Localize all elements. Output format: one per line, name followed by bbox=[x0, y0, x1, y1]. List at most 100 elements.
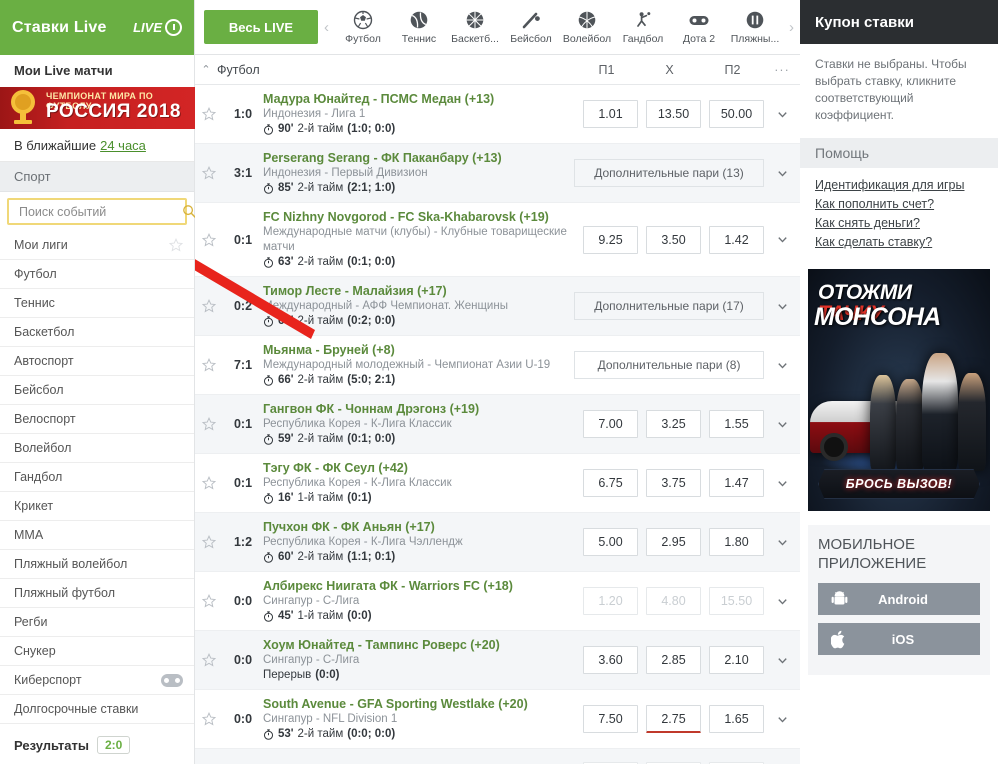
sidebar-item-mma[interactable]: MMA bbox=[0, 521, 194, 550]
upcoming-24h-link[interactable]: 24 часа bbox=[100, 138, 146, 153]
odd-button-x[interactable]: 3.50 bbox=[646, 225, 701, 254]
sport-tab-volleyball[interactable]: Волейбол bbox=[559, 10, 615, 45]
nav-prev-arrow[interactable]: ‹ bbox=[318, 19, 335, 36]
odd-button-p2[interactable]: 1.80 bbox=[709, 528, 764, 556]
match-row[interactable]: 0:0 South Avenue - GFA Sporting Westlake … bbox=[195, 690, 800, 749]
expand-row-button[interactable] bbox=[764, 713, 800, 726]
favorite-star-button[interactable] bbox=[195, 653, 223, 667]
odd-button-p2[interactable]: 2.10 bbox=[709, 646, 764, 674]
promo-banner[interactable]: ОТОЖМИ ТАЧКУ МОНСОНА БРОСЬ ВЫЗОВ! bbox=[808, 269, 990, 511]
odd-button-p1[interactable]: 7.00 bbox=[583, 410, 638, 438]
search-input[interactable] bbox=[17, 203, 182, 220]
sidebar-item-basketball[interactable]: Баскетбол bbox=[0, 318, 194, 347]
favorite-star-button[interactable] bbox=[195, 107, 223, 121]
match-teams[interactable]: Мьянма - Бруней (+8) bbox=[263, 342, 566, 358]
favorite-star-button[interactable] bbox=[195, 232, 223, 247]
sidebar-item-motorsport[interactable]: Автоспорт bbox=[0, 347, 194, 376]
odd-button-x[interactable]: 2.85 bbox=[646, 646, 701, 674]
sport-tab-handball[interactable]: Гандбол bbox=[615, 10, 671, 45]
odd-button-x[interactable]: 3.75 bbox=[646, 469, 701, 497]
extra-bets-button[interactable]: Дополнительные пари (17) bbox=[574, 292, 764, 320]
help-link-withdraw[interactable]: Как снять деньги? bbox=[815, 216, 983, 230]
match-row[interactable]: 0:0 Хоум Юнайтед - Тампинс Роверс (+20) Си… bbox=[195, 631, 800, 690]
match-row[interactable]: 1:2 Пучхон ФК - ФК Аньян (+17) Республика … bbox=[195, 513, 800, 572]
match-teams[interactable]: South Avenue - GFA Sporting Westlake (+2… bbox=[263, 696, 575, 712]
sidebar-item-tennis[interactable]: Теннис bbox=[0, 289, 194, 318]
sidebar-item-snooker[interactable]: Снукер bbox=[0, 637, 194, 666]
odd-button-x[interactable]: 3.25 bbox=[646, 410, 701, 438]
odd-button-p2[interactable]: 50.00 bbox=[709, 100, 764, 128]
favorite-star-button[interactable] bbox=[195, 476, 223, 490]
match-row[interactable]: 0:1 Гангвон ФК - Чоннам Дрэгонз (+19) Респ… bbox=[195, 395, 800, 454]
favorite-star-button[interactable] bbox=[195, 712, 223, 726]
world-cup-banner[interactable]: ЧЕМПИОНАТ МИРА ПО ФУТБОЛУ РОССИЯ 2018 bbox=[0, 87, 195, 129]
favorite-star-button[interactable] bbox=[195, 299, 223, 313]
help-link-deposit[interactable]: Как пополнить счет? bbox=[815, 197, 983, 211]
sidebar-item-cricket[interactable]: Крикет bbox=[0, 492, 194, 521]
ios-download-button[interactable]: iOS bbox=[818, 623, 980, 655]
promo-cta-button[interactable]: БРОСЬ ВЫЗОВ! bbox=[818, 469, 980, 499]
expand-row-button[interactable] bbox=[764, 108, 800, 121]
expand-row-button[interactable] bbox=[764, 595, 800, 608]
collapse-caret-icon[interactable]: ⌃ bbox=[195, 63, 217, 76]
sidebar-item-longterm-bets[interactable]: Долгосрочные ставки bbox=[0, 695, 194, 724]
expand-row-button[interactable] bbox=[764, 233, 800, 246]
sport-tab-football[interactable]: Футбол bbox=[335, 10, 391, 45]
expand-row-button[interactable] bbox=[764, 300, 800, 313]
match-row[interactable]: RAJ Pracha - Trang Fc (+20) bbox=[195, 749, 800, 764]
sidebar-item-beach-soccer[interactable]: Пляжный футбол bbox=[0, 579, 194, 608]
sidebar-item-esports[interactable]: Киберспорт bbox=[0, 666, 194, 695]
match-teams[interactable]: FC Nizhny Novgorod - FC Ska-Khabarovsk (… bbox=[263, 209, 575, 225]
expand-row-button[interactable] bbox=[764, 477, 800, 490]
odd-button-p2[interactable]: 1.42 bbox=[709, 225, 764, 254]
match-row[interactable]: 7:1 Мьянма - Бруней (+8) Международный мол… bbox=[195, 336, 800, 395]
all-live-button[interactable]: Весь LIVE bbox=[204, 10, 318, 44]
sidebar-item-football[interactable]: Футбол bbox=[0, 260, 194, 289]
sidebar-item-volleyball[interactable]: Волейбол bbox=[0, 434, 194, 463]
match-row[interactable]: 3:1 Perserang Serang - ФК Паканбару (+13)… bbox=[195, 144, 800, 203]
expand-row-button[interactable] bbox=[764, 654, 800, 667]
odd-button-p2[interactable]: 1.55 bbox=[709, 410, 764, 438]
expand-row-button[interactable] bbox=[764, 167, 800, 180]
nav-next-arrow[interactable]: › bbox=[783, 19, 800, 36]
match-teams[interactable]: Perserang Serang - ФК Паканбару (+13) bbox=[263, 150, 566, 166]
match-row[interactable]: 0:1 FC Nizhny Novgorod - FC Ska-Khabarovs… bbox=[195, 203, 800, 277]
sport-tab-baseball[interactable]: Бейсбол bbox=[503, 10, 559, 45]
match-teams[interactable]: Албирекс Ниигата ФК - Warriors FC (+18) bbox=[263, 578, 575, 594]
sidebar-item-beach-volleyball[interactable]: Пляжный волейбол bbox=[0, 550, 194, 579]
results-row[interactable]: Результаты 2:0 bbox=[0, 724, 194, 754]
match-teams[interactable]: Тимор Лесте - Малайзия (+17) bbox=[263, 283, 566, 299]
expand-row-button[interactable] bbox=[764, 536, 800, 549]
sidebar-item-handball[interactable]: Гандбол bbox=[0, 463, 194, 492]
sport-tab-beach[interactable]: Пляжны... bbox=[727, 10, 783, 45]
match-teams[interactable]: Тэгу ФК - ФК Сеул (+42) bbox=[263, 460, 575, 476]
android-download-button[interactable]: Android bbox=[818, 583, 980, 615]
sport-tab-basketball[interactable]: Баскетб... bbox=[447, 10, 503, 45]
expand-row-button[interactable] bbox=[764, 418, 800, 431]
column-header-more[interactable]: ··· bbox=[764, 63, 800, 77]
match-row[interactable]: 0:1 Тэгу ФК - ФК Сеул (+42) Республика Кор… bbox=[195, 454, 800, 513]
odd-button-x[interactable]: 2.75 bbox=[646, 705, 701, 733]
match-row[interactable]: 1:0 Мадура Юнайтед - ПСМС Медан (+13) Индо… bbox=[195, 85, 800, 144]
extra-bets-button[interactable]: Дополнительные пари (13) bbox=[574, 159, 764, 187]
odd-button-p1[interactable]: 5.00 bbox=[583, 528, 638, 556]
match-row[interactable]: 0:2 Тимор Лесте - Малайзия (+17) Междунаро… bbox=[195, 277, 800, 336]
odd-button-p2[interactable]: 1.47 bbox=[709, 469, 764, 497]
expand-row-button[interactable] bbox=[764, 359, 800, 372]
search-box[interactable] bbox=[7, 198, 197, 225]
favorite-star-button[interactable] bbox=[195, 166, 223, 180]
my-live-matches[interactable]: Мои Live матчи bbox=[0, 55, 194, 85]
odd-button-p1[interactable]: 6.75 bbox=[583, 469, 638, 497]
sidebar-item-baseball[interactable]: Бейсбол bbox=[0, 376, 194, 405]
help-link-identification[interactable]: Идентификация для игры bbox=[815, 178, 983, 192]
sidebar-item-cycling[interactable]: Велоспорт bbox=[0, 405, 194, 434]
odd-button-x[interactable]: 2.95 bbox=[646, 528, 701, 556]
match-teams[interactable]: Хоум Юнайтед - Тампинс Роверс (+20) bbox=[263, 637, 575, 653]
odd-button-x[interactable]: 13.50 bbox=[646, 100, 701, 128]
odd-button-p1[interactable]: 9.25 bbox=[583, 225, 638, 254]
help-link-place-bet[interactable]: Как сделать ставку? bbox=[815, 235, 983, 249]
odd-button-p1[interactable]: 1.01 bbox=[583, 100, 638, 128]
favorite-star-button[interactable] bbox=[195, 594, 223, 608]
sport-tab-dota2[interactable]: Дота 2 bbox=[671, 10, 727, 45]
sport-tab-tennis[interactable]: Теннис bbox=[391, 10, 447, 45]
